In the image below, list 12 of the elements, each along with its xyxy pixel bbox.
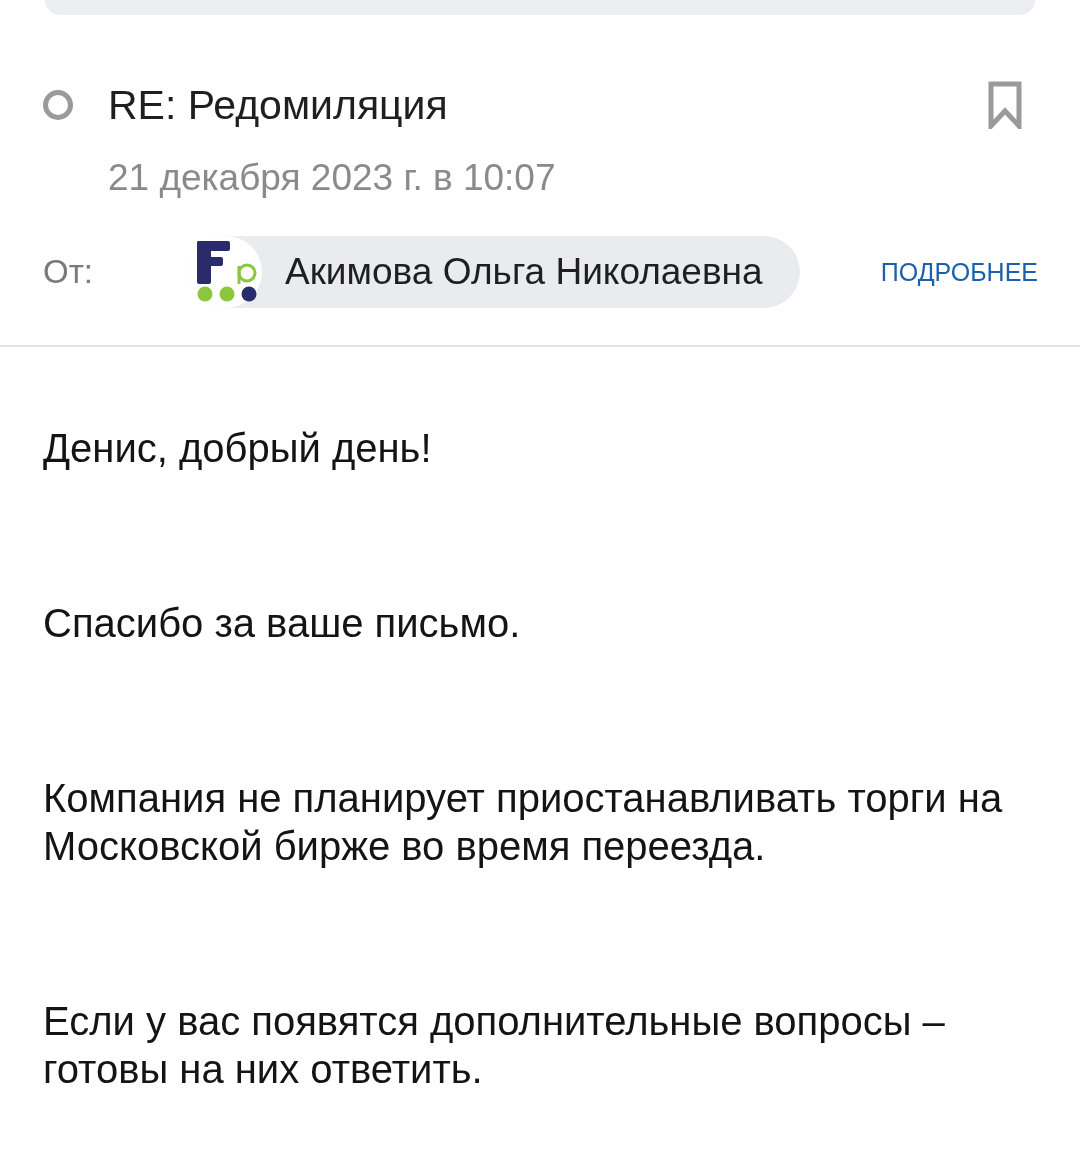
message-paragraph: Спасибо за ваше письмо. bbox=[43, 600, 522, 647]
message-subject: RE: Редомиляция bbox=[108, 81, 448, 129]
message-paragraph: Компания не планирует приостанавливать торги на Московской бирже во время переезда. bbox=[43, 775, 1004, 870]
message-date: 21 декабря 2023 г. в 10:07 bbox=[108, 157, 556, 198]
message-paragraph: Денис, добрый день! bbox=[43, 425, 433, 472]
message-paragraph: Если у вас появятся дополнительные вопросы – готовы на них ответить. bbox=[43, 998, 946, 1093]
details-link[interactable]: ПОДРОБНЕЕ bbox=[880, 256, 1038, 288]
bookmark-icon[interactable] bbox=[988, 81, 1022, 129]
read-ring-icon[interactable] bbox=[42, 89, 74, 121]
company-logo-icon bbox=[190, 236, 262, 308]
sender-chip[interactable]: Акимова Ольга Николаевна bbox=[190, 236, 800, 308]
from-label: От: bbox=[43, 252, 94, 292]
